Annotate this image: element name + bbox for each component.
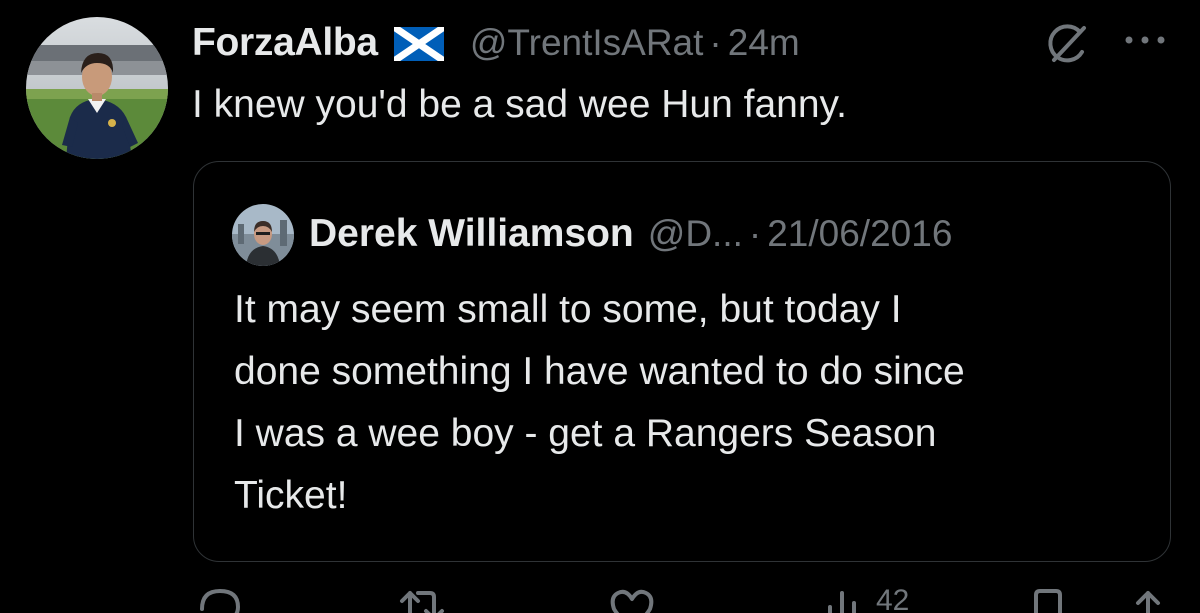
retweet-icon[interactable] — [396, 585, 448, 613]
separator-dot: · — [748, 213, 762, 254]
grok-icon[interactable] — [1042, 22, 1090, 70]
quoted-tweet[interactable]: Derek Williamson @D... · 21/06/2016 It m… — [193, 161, 1171, 562]
quoted-date[interactable]: 21/06/2016 — [767, 213, 952, 255]
bookmark-icon[interactable] — [1028, 585, 1068, 613]
tweet[interactable]: ForzaAlba @TrentIsARat · 24m I knew you'… — [0, 0, 1200, 613]
quoted-avatar[interactable] — [232, 204, 294, 266]
action-bar: 42 — [0, 585, 1200, 613]
quoted-text: It may seem small to some, but today I d… — [234, 288, 965, 517]
quoted-header: Derek Williamson @D... · 21/06/2016 — [309, 208, 952, 260]
quoted-display-name[interactable]: Derek Williamson — [309, 212, 634, 256]
quoted-handle[interactable]: @D... — [648, 213, 743, 255]
author-handle[interactable]: @TrentIsARat — [470, 22, 704, 64]
author-display-name[interactable]: ForzaAlba — [192, 21, 378, 65]
scotland-flag-icon — [391, 24, 446, 64]
reply-icon[interactable] — [196, 585, 244, 613]
separator-dot: · — [709, 22, 722, 63]
more-options-icon[interactable] — [1122, 30, 1168, 50]
tweet-text: I knew you'd be a sad wee Hun fanny. — [192, 83, 847, 126]
views-icon — [828, 591, 856, 613]
tweet-header: ForzaAlba @TrentIsARat · 24m — [192, 18, 800, 68]
avatar[interactable] — [26, 17, 168, 159]
timestamp[interactable]: 24m — [728, 22, 800, 64]
share-icon[interactable] — [1126, 585, 1170, 613]
like-icon[interactable] — [608, 585, 656, 613]
views-count: 42 — [876, 585, 910, 613]
views-stat[interactable]: 42 — [822, 585, 909, 613]
